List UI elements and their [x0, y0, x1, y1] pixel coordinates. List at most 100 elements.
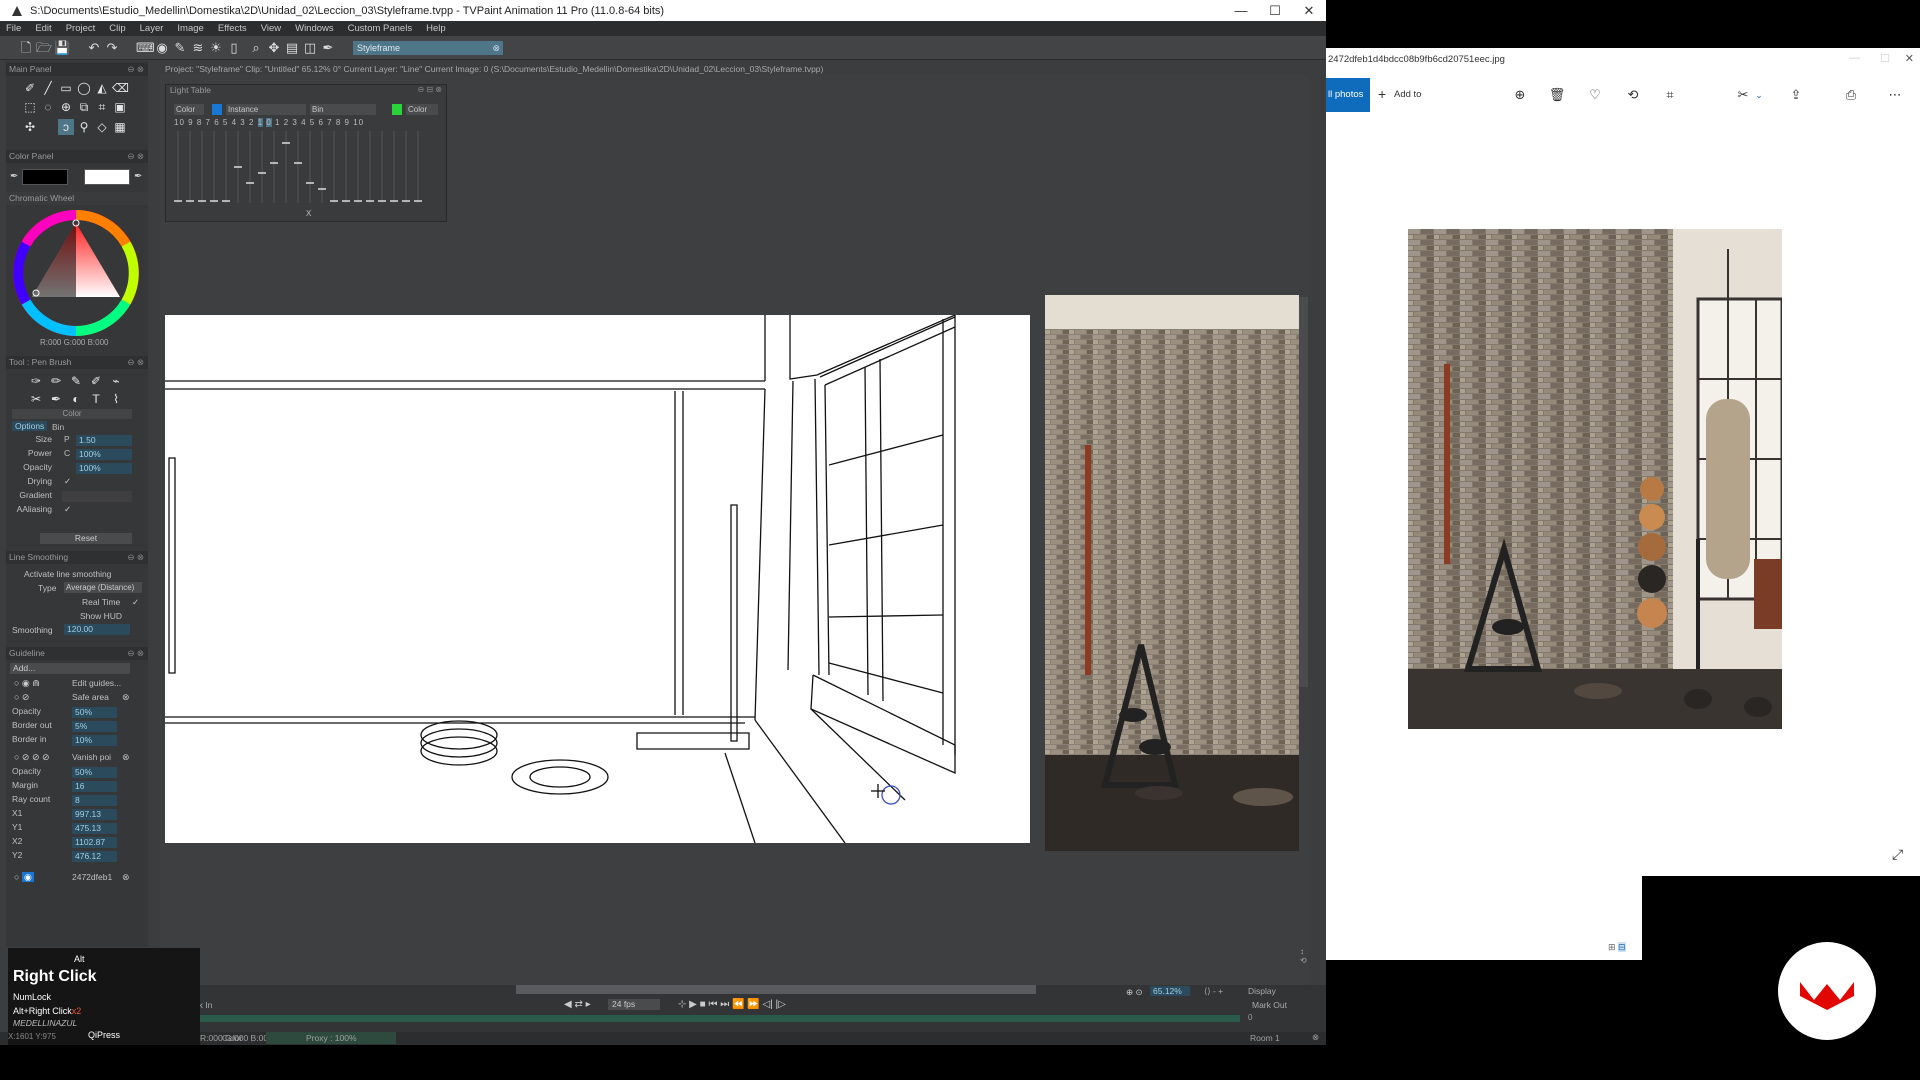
menu-project[interactable]: Project [66, 23, 96, 34]
smoothing-type-select[interactable]: Average (Distance) [64, 582, 142, 593]
menu-clip[interactable]: Clip [109, 23, 125, 34]
pan-icon[interactable]: ✥ [266, 40, 282, 56]
new-file-icon[interactable]: 🗋 [18, 40, 34, 56]
more-options-icon[interactable]: ⋯ [1886, 86, 1904, 104]
ruler-icon[interactable]: ▯ [226, 40, 242, 56]
picker-tool-icon[interactable]: ⚲ [76, 119, 92, 135]
pen-tool-icon[interactable]: ✒ [320, 40, 336, 56]
brush-preset-2-icon[interactable]: ✏ [48, 373, 64, 389]
zoom-input[interactable]: 65.12% [1150, 986, 1190, 996]
add-to-button[interactable]: Add to [1394, 89, 1421, 100]
brush-preset-4-icon[interactable]: ✐ [88, 373, 104, 389]
tvpaint-titlebar[interactable]: S:\Documents\Estudio_Medellin\Domestika\… [0, 0, 1326, 21]
brush-preset-3-icon[interactable]: ✎ [68, 373, 84, 389]
lt-color-swatch-green[interactable] [392, 104, 402, 115]
warp-tool-icon[interactable]: ⧉ [76, 99, 92, 115]
maximize-icon[interactable]: ☐ [1258, 0, 1292, 21]
drawing-canvas[interactable] [165, 315, 1030, 843]
status-proxy[interactable]: Proxy : 100% [266, 1032, 396, 1044]
panel-controls-icon[interactable]: ⊖ ⊗ [127, 647, 144, 660]
keyboard-icon[interactable]: ⌨ [136, 40, 155, 56]
zoom-step-icons[interactable]: ⟨⟩ - + [1204, 986, 1223, 997]
crop-tool-icon[interactable]: ⌗ [94, 99, 110, 115]
vertical-scrollbar[interactable] [1299, 297, 1308, 687]
eyedropper-icon[interactable]: ✒ [134, 171, 142, 182]
favorite-icon[interactable]: ♡ [1586, 86, 1604, 104]
brush-preset-7-icon[interactable]: ✒ [48, 391, 64, 407]
fill-tool-icon[interactable]: ◭ [94, 80, 110, 96]
safe-border-in-input[interactable]: 10% [72, 735, 117, 746]
close-icon[interactable]: ✕ [1292, 0, 1326, 21]
photos-image-view[interactable] [1408, 229, 1782, 729]
chevron-down-icon[interactable]: ⌄ [1750, 86, 1768, 104]
brush-icon[interactable]: ✎ [172, 40, 188, 56]
playback-controls-icons[interactable]: ⊹ ▶ ■ ⏮ ⏭ ⏪ ⏩ ◁| |▷ [678, 999, 786, 1010]
vanish-raycount-input[interactable]: 8 [72, 795, 117, 806]
ellipse-tool-icon[interactable]: ◯ [76, 80, 92, 96]
graph-icon[interactable]: ◫ [302, 40, 318, 56]
loop-controls-icons[interactable]: ◀ ⇄ ▸ [564, 999, 591, 1010]
lt-color-swatch-blue[interactable] [212, 104, 222, 115]
print-icon[interactable]: ⎙ [1842, 86, 1860, 104]
lt-color-header[interactable]: Color [174, 104, 204, 115]
timeline-scrubber[interactable] [190, 1015, 1240, 1022]
safe-opacity-input[interactable]: 50% [72, 707, 117, 718]
brush-preset-9-icon[interactable]: ⌇ [108, 391, 124, 407]
smoothing-input[interactable]: 120.00 [64, 624, 130, 635]
move-tool-icon[interactable]: ✣ [22, 119, 38, 135]
menu-edit[interactable]: Edit [35, 23, 51, 34]
photos-close-icon[interactable]: ✕ [1905, 52, 1914, 65]
activate-smoothing-label[interactable]: Activate line smoothing [24, 569, 111, 579]
guide-visibility-icons[interactable]: ○ ◉ ⋒ [14, 678, 40, 689]
color-wheel[interactable] [12, 209, 140, 337]
safe-area-toggle-icons[interactable]: ○ ⊘ [14, 692, 29, 703]
main-panel-header[interactable]: Main Panel ⊖ ⊗ [6, 63, 148, 76]
panel-controls-icon[interactable]: ⊖ ⊗ [127, 551, 144, 564]
line-smoothing-header[interactable]: Line Smoothing ⊖ ⊗ [6, 551, 148, 564]
opacity-input[interactable]: 100% [76, 463, 132, 474]
vanish-toggle-icons[interactable]: ○ ⊘ ⊘ ⊘ [14, 752, 50, 763]
shape-tool-icon[interactable]: ◇ [94, 119, 110, 135]
menu-custom-panels[interactable]: Custom Panels [348, 23, 412, 34]
camera-tool-icon[interactable]: ▣ [112, 99, 128, 115]
layers-icon[interactable]: ≋ [190, 40, 206, 56]
brush-preset-8-icon[interactable]: ◐ [68, 391, 84, 407]
all-photos-button[interactable]: ll photos [1326, 78, 1370, 112]
view-mode-icons[interactable]: ⊞ ⊟ [1608, 942, 1626, 953]
tool-options-tab[interactable]: Options [12, 421, 48, 431]
horizontal-scrollbar[interactable] [516, 985, 1036, 994]
brush-preset-5-icon[interactable]: ⌁ [108, 373, 124, 389]
mark-out-label[interactable]: Mark Out [1252, 1000, 1287, 1010]
undo-icon[interactable]: ↶ [86, 40, 102, 56]
vanish-y2-input[interactable]: 476.12 [72, 851, 117, 862]
realtime-checkbox[interactable]: ✓ [132, 597, 139, 608]
status-room[interactable]: Room 1 [1250, 1033, 1280, 1043]
chromatic-wheel-header[interactable]: Chromatic Wheel [6, 192, 148, 205]
minimize-icon[interactable]: — [1224, 0, 1258, 21]
lightbulb-icon[interactable]: ☀ [208, 40, 224, 56]
eyedropper-icon[interactable]: ✒ [10, 171, 18, 182]
light-table-sliders[interactable] [172, 131, 442, 211]
styleframe-chip[interactable]: Styleframe ⊗ [353, 41, 503, 55]
safe-border-out-input[interactable]: 5% [72, 721, 117, 732]
primary-color-swatch[interactable] [22, 169, 68, 185]
grid-tool-icon[interactable]: ▦ [112, 119, 128, 135]
rotate-icon[interactable]: ⟲ [1624, 86, 1642, 104]
menu-help[interactable]: Help [426, 23, 446, 34]
smudge-tool-icon[interactable]: ↄ [58, 119, 74, 135]
secondary-color-swatch[interactable] [84, 169, 130, 185]
share-icon[interactable]: ⇪ [1787, 86, 1805, 104]
open-file-icon[interactable]: 🗁 [36, 40, 52, 56]
rectangle-tool-icon[interactable]: ▭ [58, 80, 74, 96]
view-rotate-icons[interactable]: ↕ ⟲ [1300, 947, 1308, 987]
chip-close-icon[interactable]: ⊗ [492, 41, 500, 55]
delete-icon[interactable]: 🗑 [1548, 86, 1566, 104]
aaliasing-checkbox[interactable]: ✓ [64, 504, 71, 515]
vanish-y1-input[interactable]: 475.13 [72, 823, 117, 834]
timeline-icon[interactable]: ▤ [284, 40, 300, 56]
lt-bin-header[interactable]: Bin [310, 104, 376, 115]
remove-guide-icon[interactable]: ⊗ [122, 752, 130, 763]
menu-layer[interactable]: Layer [140, 23, 164, 34]
menu-effects[interactable]: Effects [218, 23, 247, 34]
pen-tool-icon[interactable]: ✐ [22, 80, 38, 96]
